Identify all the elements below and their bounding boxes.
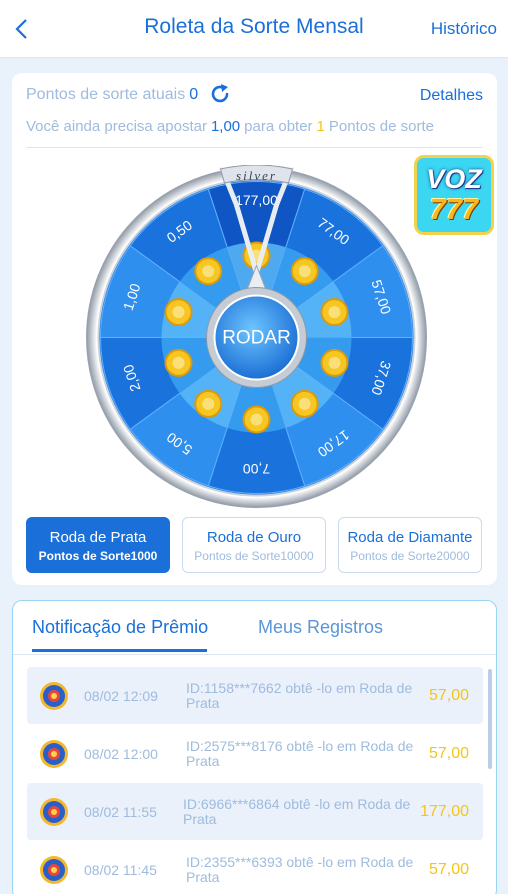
coin-center: [328, 306, 341, 319]
row-description: ID:2575***8176 obtê -lo em Roda de Prata: [186, 738, 414, 769]
details-link[interactable]: Detalhes: [420, 87, 483, 105]
wheel-tab-points: Pontos de Sorte20000: [350, 549, 470, 563]
luck-points-label: Pontos de sorte atuais: [26, 86, 186, 103]
need-amount: 1,00: [210, 118, 241, 135]
wheel-tab-title: Roda de Ouro: [206, 529, 302, 546]
list-scrollbar[interactable]: [488, 669, 492, 769]
wheel-card: Pontos de sorte atuais 0 Detalhes Você ai…: [12, 73, 497, 585]
active-tab-indicator: [32, 649, 207, 652]
prize-wheel: 177,0077,0057,0037,0017,007,005,002,001,…: [86, 165, 427, 508]
need-prefix: Você ainda precisa apostar: [26, 118, 207, 135]
coin-center: [172, 306, 185, 319]
logo-line2: 777: [429, 194, 479, 226]
wheel-tab-title: Roda de Diamante: [347, 529, 473, 546]
history-link[interactable]: Histórico: [431, 19, 497, 39]
list-item: 08/02 12:09 ID:1158***7662 obtê -lo em R…: [27, 667, 483, 724]
row-amount: 57,00: [428, 745, 469, 762]
need-middle: para obter: [244, 118, 313, 135]
row-amount: 57,00: [428, 687, 469, 704]
divider: [26, 147, 483, 148]
spin-button-label[interactable]: RODAR: [222, 328, 291, 349]
coin-center: [202, 265, 215, 278]
prize-medal-icon: [40, 798, 68, 826]
coin-center: [172, 356, 185, 369]
row-description: ID:2355***6393 obtê -lo em Roda de Prata: [186, 854, 414, 885]
list-item: 08/02 11:55 ID:6966***6864 obtê -lo em R…: [27, 783, 483, 840]
coin-center: [328, 356, 341, 369]
row-time: 08/02 12:09: [84, 688, 158, 704]
need-suffix: Pontos de sorte: [328, 118, 434, 135]
coin-center: [298, 397, 311, 410]
row-description: ID:1158***7662 obtê -lo em Roda de Prata: [186, 680, 413, 711]
tab-prize-notifications[interactable]: Notificação de Prêmio: [32, 617, 208, 638]
wheel-tab-points: Pontos de Sorte10000: [194, 549, 314, 563]
wheel-prize-label: 7,00: [243, 461, 270, 477]
row-amount: 57,00: [428, 861, 469, 878]
luck-points-row: Pontos de sorte atuais 0: [26, 86, 198, 104]
tab-my-records[interactable]: Meus Registros: [258, 617, 383, 638]
row-time: 08/02 11:55: [84, 804, 157, 820]
logo-line1: VOZ: [426, 164, 482, 194]
need-points: 1: [316, 118, 325, 135]
row-time: 08/02 11:45: [84, 862, 157, 878]
coin-center: [298, 265, 311, 278]
prize-medal-icon: [40, 682, 68, 710]
refresh-icon[interactable]: [209, 83, 231, 105]
list-item: 08/02 11:45 ID:2355***6393 obtê -lo em R…: [27, 841, 483, 894]
wheel-tab-title: Roda de Prata: [49, 529, 147, 546]
wheel-tab-diamond[interactable]: Roda de Diamante Pontos de Sorte20000: [338, 517, 482, 573]
row-description: ID:6966***6864 obtê -lo em Roda de Prata: [183, 796, 411, 827]
row-amount: 177,00: [420, 803, 469, 820]
notifications-card: Notificação de Prêmio Meus Registros 08/…: [12, 600, 497, 894]
tabs-divider: [13, 654, 496, 655]
brand-logo: VOZ 777: [414, 155, 494, 235]
tier-label: silver: [236, 168, 277, 183]
row-time: 08/02 12:00: [84, 746, 158, 762]
coin-center: [250, 413, 263, 426]
wheel-tab-gold[interactable]: Roda de Ouro Pontos de Sorte10000: [182, 517, 326, 573]
top-bar: Roleta da Sorte Mensal Histórico: [0, 0, 508, 58]
prize-medal-icon: [40, 740, 68, 768]
prize-medal-icon: [40, 856, 68, 884]
bet-requirement-text: Você ainda precisa apostar 1,00 para obter…: [26, 118, 434, 135]
wheel-prize-label: 177,00: [235, 192, 278, 208]
list-item: 08/02 12:00 ID:2575***8176 obtê -lo em R…: [27, 725, 483, 782]
wheel-tab-points: Pontos de Sorte1000: [38, 549, 158, 563]
coin-center: [202, 397, 215, 410]
wheel-tab-silver[interactable]: Roda de Prata Pontos de Sorte1000: [26, 517, 170, 573]
luck-points-value: 0: [189, 86, 199, 103]
